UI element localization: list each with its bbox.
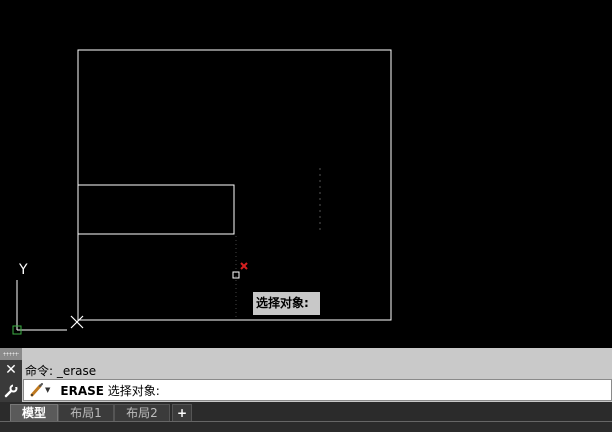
ucs-y-label: Y — [18, 262, 28, 278]
command-input[interactable]: ▼ ERASE 选择对象: — [23, 379, 612, 401]
panel-grip-handle[interactable] — [0, 348, 22, 360]
layout-tab-bar: 模型 布局1 布局2 + — [0, 402, 612, 432]
command-prompt-text: 选择对象: — [103, 383, 160, 398]
close-command-line-button[interactable]: ✕ — [0, 360, 22, 379]
ucs-icon — [12, 280, 67, 335]
command-history-line: 命令: _erase — [25, 364, 97, 378]
drawing-canvas[interactable]: Y 选择对象: — [0, 0, 612, 348]
add-layout-button[interactable]: + — [172, 404, 192, 421]
pen-icon — [30, 383, 43, 397]
tab-layout1[interactable]: 布局1 — [58, 404, 114, 421]
command-line-panel: ✕ 命令: _erase ▼ ERASE 选择对象: — [0, 348, 612, 402]
recent-commands-button[interactable]: ▼ — [30, 383, 50, 397]
tab-model[interactable]: 模型 — [10, 404, 58, 421]
customize-button[interactable] — [0, 379, 22, 402]
command-prompt: ERASE 选择对象: — [60, 382, 159, 399]
close-icon: ✕ — [5, 361, 17, 378]
chevron-down-icon: ▼ — [45, 386, 51, 394]
wrench-icon — [4, 383, 18, 397]
tab-layout2[interactable]: 布局2 — [114, 404, 170, 421]
command-name: ERASE — [60, 383, 104, 398]
selection-marker-icon — [240, 262, 248, 270]
ucs-x-marker — [70, 315, 84, 329]
inner-rectangle[interactable] — [77, 184, 235, 235]
select-objects-tooltip: 选择对象: — [253, 292, 320, 315]
